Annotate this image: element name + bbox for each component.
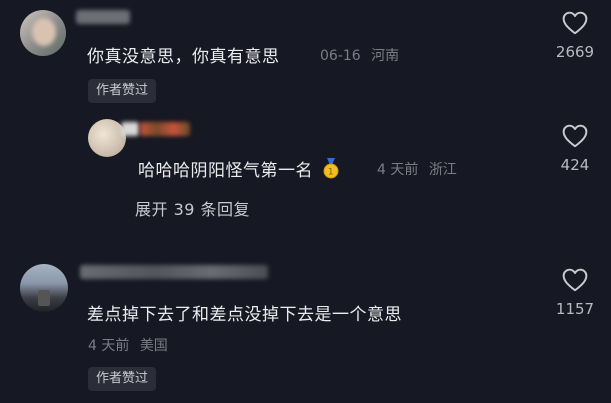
- comment-location: 河南: [371, 48, 400, 64]
- author-liked-badge: 作者赞过: [88, 79, 157, 103]
- username[interactable]: [80, 265, 268, 279]
- heart-outline-icon: [562, 11, 588, 35]
- comment-text: 差点掉下去了和差点没掉下去是一个意思: [87, 305, 402, 325]
- comment-location: 美国: [139, 338, 168, 354]
- comment-meta: 4 天前 美国: [88, 335, 168, 355]
- username[interactable]: [76, 10, 130, 24]
- heart-outline-icon: [562, 124, 588, 148]
- comment-date: 06-16: [320, 48, 361, 64]
- comment-meta: 06-16 河南: [320, 45, 399, 65]
- username[interactable]: [140, 122, 190, 136]
- reply-date: 4 天前: [377, 162, 419, 178]
- like-count: 1157: [555, 300, 595, 318]
- reply-text: 哈哈哈阴阳怪气第一名 1: [138, 156, 341, 184]
- avatar[interactable]: [20, 10, 66, 56]
- reply-location: 浙江: [428, 162, 457, 178]
- like-button[interactable]: 1157: [545, 268, 605, 318]
- gold-medal-icon: 1: [321, 157, 341, 184]
- like-button[interactable]: 424: [545, 124, 605, 174]
- like-count: 2669: [555, 43, 595, 61]
- heart-outline-icon: [562, 268, 588, 292]
- like-count: 424: [560, 156, 590, 174]
- author-liked-badge: 作者赞过: [88, 367, 157, 391]
- comment-text: 你真没意思，你真有意思: [87, 47, 280, 67]
- reply-meta: 4 天前 浙江: [377, 159, 457, 179]
- svg-text:1: 1: [328, 168, 334, 178]
- like-button[interactable]: 2669: [545, 11, 605, 61]
- comment-date: 4 天前: [88, 338, 130, 354]
- username[interactable]: [121, 122, 139, 136]
- avatar[interactable]: [20, 264, 68, 312]
- expand-replies-button[interactable]: 展开 39 条回复: [135, 196, 250, 220]
